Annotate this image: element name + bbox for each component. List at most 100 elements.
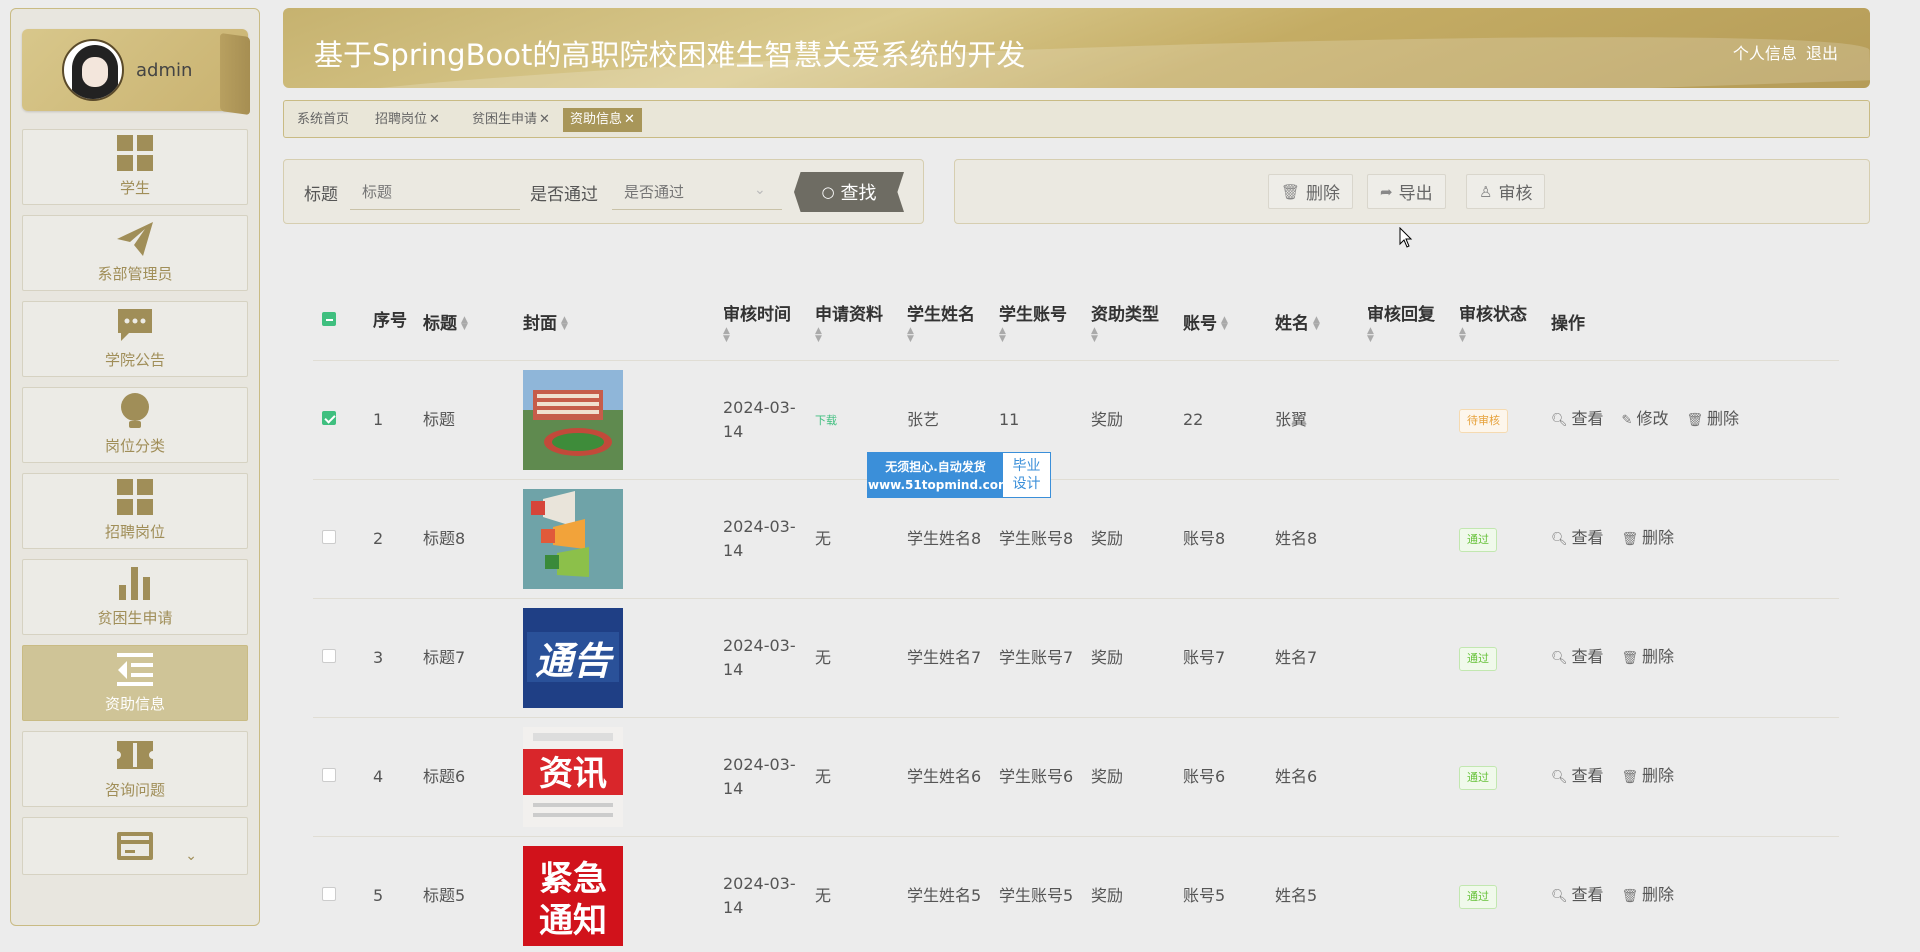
sidebar-item-job-categories[interactable]: 岗位分类 (22, 387, 248, 463)
select-cell (313, 598, 369, 718)
account-cell: 账号6 (1179, 717, 1271, 837)
card-icon (115, 826, 155, 866)
edit-label: 修改 (1636, 408, 1669, 428)
sidebar-item-students[interactable]: 学生 (22, 129, 248, 205)
col-cover-label: 封面 (523, 313, 557, 334)
sort-icon[interactable]: ▲ ▼ (1459, 326, 1547, 343)
table-row: 3 标题7 通告 2024-03-14 无 学生姓名7 学生账号7 奖励 账号7 姓名7 通过 🔍︎ 查… (313, 598, 1839, 718)
sidebar-item-consult-questions[interactable]: 咨询问题 (22, 731, 248, 807)
delete-button[interactable]: 🗑 删除 (1622, 647, 1675, 666)
cover-image: 通告 (523, 607, 623, 708)
col-student-account[interactable]: 学生账号 ▲ ▼ (995, 283, 1087, 361)
delete-button[interactable]: 🗑 删除 (1622, 885, 1675, 904)
close-icon[interactable]: ✕ (539, 112, 550, 127)
search-button-label: 查找 (840, 183, 877, 204)
delete-button[interactable]: 🗑 删除 (1686, 409, 1739, 428)
search-button[interactable]: ○ 查找 (794, 172, 904, 212)
sort-icon[interactable]: ▲ ▼ (461, 315, 468, 331)
edit-button[interactable]: ✎ 修改 (1622, 409, 1669, 428)
sort-icon[interactable]: ▲ ▼ (1091, 326, 1179, 343)
delete-label: 删除 (1706, 408, 1739, 428)
chevron-down-icon[interactable]: ⌄ (185, 848, 197, 864)
delete-label: 删除 (1306, 184, 1341, 204)
review-label: 审核 (1498, 184, 1533, 204)
row-checkbox[interactable] (322, 648, 336, 663)
sort-icon[interactable]: ▲ ▼ (907, 326, 995, 343)
user-card[interactable]: admin (22, 29, 250, 116)
col-name[interactable]: 姓名 ▲ ▼ (1271, 283, 1363, 361)
edit-icon: ✎ (1621, 412, 1633, 428)
tab-home[interactable]: 系统首页 (290, 108, 356, 132)
bulk-delete-button[interactable]: 🗑 删除 (1268, 174, 1354, 209)
tab-aid-info[interactable]: 资助信息 ✕ (563, 108, 642, 132)
card-flap-decoration (220, 32, 250, 116)
cover-image (523, 369, 623, 470)
cover-text: 资讯 (539, 754, 607, 794)
view-button[interactable]: 🔍︎ 查看 (1551, 647, 1604, 666)
close-icon[interactable]: ✕ (429, 112, 440, 127)
row-checkbox[interactable] (322, 410, 336, 425)
sort-icon[interactable]: ▲ ▼ (815, 326, 903, 343)
view-button[interactable]: 🔍︎ 查看 (1551, 528, 1604, 547)
export-button[interactable]: ➦ 导出 (1367, 174, 1446, 209)
aid-type-cell: 奖励 (1087, 479, 1179, 599)
sidebar-item-more[interactable]: ⌄ (22, 817, 248, 875)
title-cell: 标题5 (419, 836, 519, 952)
review-button[interactable]: ♙ 审核 (1466, 174, 1546, 209)
material-value: 无 (815, 885, 832, 905)
sidebar-item-job-posts[interactable]: 招聘岗位 (22, 473, 248, 549)
sidebar-item-poverty-applications[interactable]: 贫困生申请 (22, 559, 248, 635)
col-reply[interactable]: 审核回复 ▲ ▼ (1363, 283, 1455, 361)
tab-poverty-applications[interactable]: 贫困生申请 ✕ (465, 108, 557, 132)
sort-icon[interactable]: ▲ ▼ (723, 326, 811, 343)
sort-icon[interactable]: ▲ ▼ (999, 326, 1087, 343)
avatar (62, 39, 124, 101)
sidebar-item-department-admin[interactable]: 系部管理员 (22, 215, 248, 291)
view-button[interactable]: 🔍︎ 查看 (1551, 409, 1604, 428)
status-cell: 通过 (1455, 598, 1547, 718)
delete-button[interactable]: 🗑 删除 (1622, 528, 1675, 547)
page-title: 基于SpringBoot的高职院校困难生智慧关爱系统的开发 (314, 38, 1026, 72)
row-checkbox[interactable] (322, 767, 336, 782)
col-material[interactable]: 申请资料 ▲ ▼ (811, 283, 903, 361)
sort-icon[interactable]: ▲ ▼ (1367, 326, 1455, 343)
sort-icon[interactable]: ▲ ▼ (1221, 315, 1228, 331)
profile-link[interactable]: 个人信息 (1733, 44, 1797, 63)
delete-button[interactable]: 🗑 删除 (1622, 766, 1675, 785)
col-status[interactable]: 审核状态 ▲ ▼ (1455, 283, 1547, 361)
col-cover[interactable]: 封面 ▲ ▼ (519, 283, 719, 361)
review-time-cell: 2024-03-14 (719, 598, 811, 718)
col-student-name[interactable]: 学生姓名 ▲ ▼ (903, 283, 995, 361)
close-icon[interactable]: ✕ (624, 112, 635, 127)
name-cell: 姓名5 (1271, 836, 1363, 952)
title-cell: 标题7 (419, 598, 519, 718)
col-title[interactable]: 标题 ▲ ▼ (419, 283, 519, 361)
cover-text: 通告 (535, 639, 615, 683)
table-header-row: 序号 标题 ▲ ▼ 封面 ▲ ▼ 审核时间 ▲ ▼ 申请资料 ▲ ▼ 学生姓名 ▲ ▼ 学生账号 ▲ ▼… (313, 283, 1839, 361)
view-button[interactable]: 🔍︎ 查看 (1551, 885, 1604, 904)
row-checkbox[interactable] (322, 886, 336, 901)
title-search-input[interactable] (350, 174, 520, 210)
cover-cell (519, 479, 719, 599)
sort-icon[interactable]: ▲ ▼ (1313, 315, 1320, 331)
select-all-checkbox[interactable] (322, 312, 336, 327)
index-cell: 3 (369, 598, 419, 718)
sort-icon[interactable]: ▲ ▼ (561, 315, 568, 331)
row-checkbox[interactable] (322, 529, 336, 544)
download-link[interactable]: 下载 (815, 414, 837, 427)
logout-link[interactable]: 退出 (1806, 44, 1838, 63)
sidebar-item-announcements[interactable]: 学院公告 (22, 301, 248, 377)
ops-cell: 🔍︎ 查看 🗑 删除 (1547, 479, 1839, 599)
sidebar-item-aid-info[interactable]: 资助信息 (22, 645, 248, 721)
sidebar-item-label: 招聘岗位 (104, 523, 165, 541)
col-aid-type[interactable]: 资助类型 ▲ ▼ (1087, 283, 1179, 361)
col-account[interactable]: 账号 ▲ ▼ (1179, 283, 1271, 361)
col-review-time[interactable]: 审核时间 ▲ ▼ (719, 283, 811, 361)
view-button[interactable]: 🔍︎ 查看 (1551, 766, 1604, 785)
trash-icon: 🗑 (1621, 531, 1639, 547)
ops-cell: 🔍︎ 查看 ✎ 修改 🗑 删除 (1547, 360, 1839, 480)
tab-job-posts[interactable]: 招聘岗位 ✕ (368, 108, 447, 132)
ops-cell: 🔍︎ 查看 🗑 删除 (1547, 836, 1839, 952)
tab-bar: 系统首页 招聘岗位 ✕ 贫困生申请 ✕ 资助信息 ✕ (283, 100, 1870, 138)
delete-label: 删除 (1642, 527, 1675, 547)
